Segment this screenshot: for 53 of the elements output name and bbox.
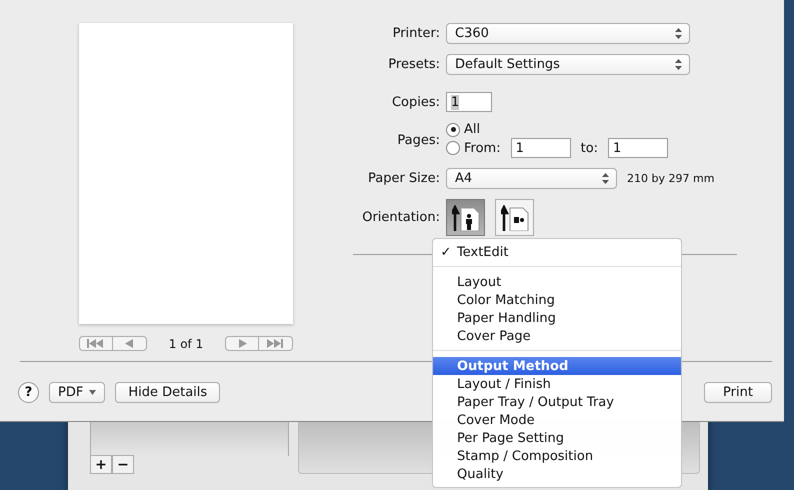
caret-icon — [89, 390, 96, 395]
popup-menu[interactable]: Default Settings — [446, 54, 690, 75]
first-page-icon — [87, 339, 105, 348]
menu-item[interactable]: Output Method — [433, 357, 681, 375]
from-page-field[interactable]: 1 — [510, 138, 571, 158]
previous-icon — [125, 339, 134, 348]
paper-dimensions: 210 by 297 mm — [627, 172, 714, 185]
field-label: Printer: — [392, 26, 440, 41]
remove-button[interactable]: − — [112, 455, 134, 474]
landscape-button[interactable] — [495, 199, 534, 236]
field-label: Pages: — [396, 132, 440, 148]
first-page-button[interactable] — [79, 336, 113, 351]
menu-item[interactable]: Cover Page — [433, 327, 681, 345]
pdf-button[interactable]: PDF — [49, 382, 106, 403]
stepper-arrows-icon — [675, 59, 682, 70]
menu-item[interactable]: Quality — [433, 465, 681, 483]
last-page-icon — [266, 339, 284, 348]
radio-label: All — [464, 122, 480, 137]
add-button[interactable]: + — [90, 455, 112, 474]
menu-item[interactable]: Cover Mode — [433, 411, 681, 429]
popup-menu[interactable]: A4 — [446, 168, 617, 189]
menu-item[interactable]: Layout / Finish — [433, 375, 681, 393]
stepper-arrows-icon — [675, 28, 682, 39]
print-button[interactable]: Print — [704, 382, 772, 403]
menu-item[interactable]: Stamp / Composition — [433, 447, 681, 465]
to-page-field[interactable]: 1 — [608, 138, 668, 158]
stepper-arrows-icon — [602, 173, 609, 184]
previous-page-button[interactable] — [113, 336, 147, 351]
field-label: Orientation: — [361, 210, 440, 225]
field-label: Paper Size: — [366, 171, 440, 186]
menu-item[interactable]: Per Page Setting — [433, 429, 681, 447]
next-icon — [238, 339, 246, 348]
field-label: Presets: — [387, 57, 440, 72]
radio-button[interactable] — [446, 141, 460, 155]
popup-menu[interactable]: C360 — [446, 23, 690, 44]
menu-item[interactable]: Color Matching — [433, 291, 681, 309]
last-page-button[interactable] — [259, 336, 293, 351]
page-counter: 1 of 1 — [168, 336, 204, 350]
next-page-button[interactable] — [225, 336, 259, 351]
hide-details-button[interactable]: Hide Details — [115, 382, 220, 403]
menu-item[interactable]: ✓ TextEdit — [433, 243, 681, 261]
help-button[interactable]: ? — [18, 382, 39, 403]
radio-button[interactable] — [446, 122, 460, 136]
field-label: Copies: — [390, 94, 440, 110]
landscape-person-icon — [500, 204, 528, 230]
copies-field[interactable]: 1 — [446, 92, 492, 112]
portrait-person-icon — [452, 204, 480, 230]
field-label: to: — [580, 140, 598, 156]
menu-item[interactable]: Layout — [433, 273, 681, 291]
menu-item[interactable]: Paper Handling — [433, 309, 681, 327]
menu-item[interactable]: Paper Tray / Output Tray — [433, 393, 681, 411]
radio-label: From: — [464, 140, 501, 156]
portrait-button[interactable] — [446, 199, 485, 236]
